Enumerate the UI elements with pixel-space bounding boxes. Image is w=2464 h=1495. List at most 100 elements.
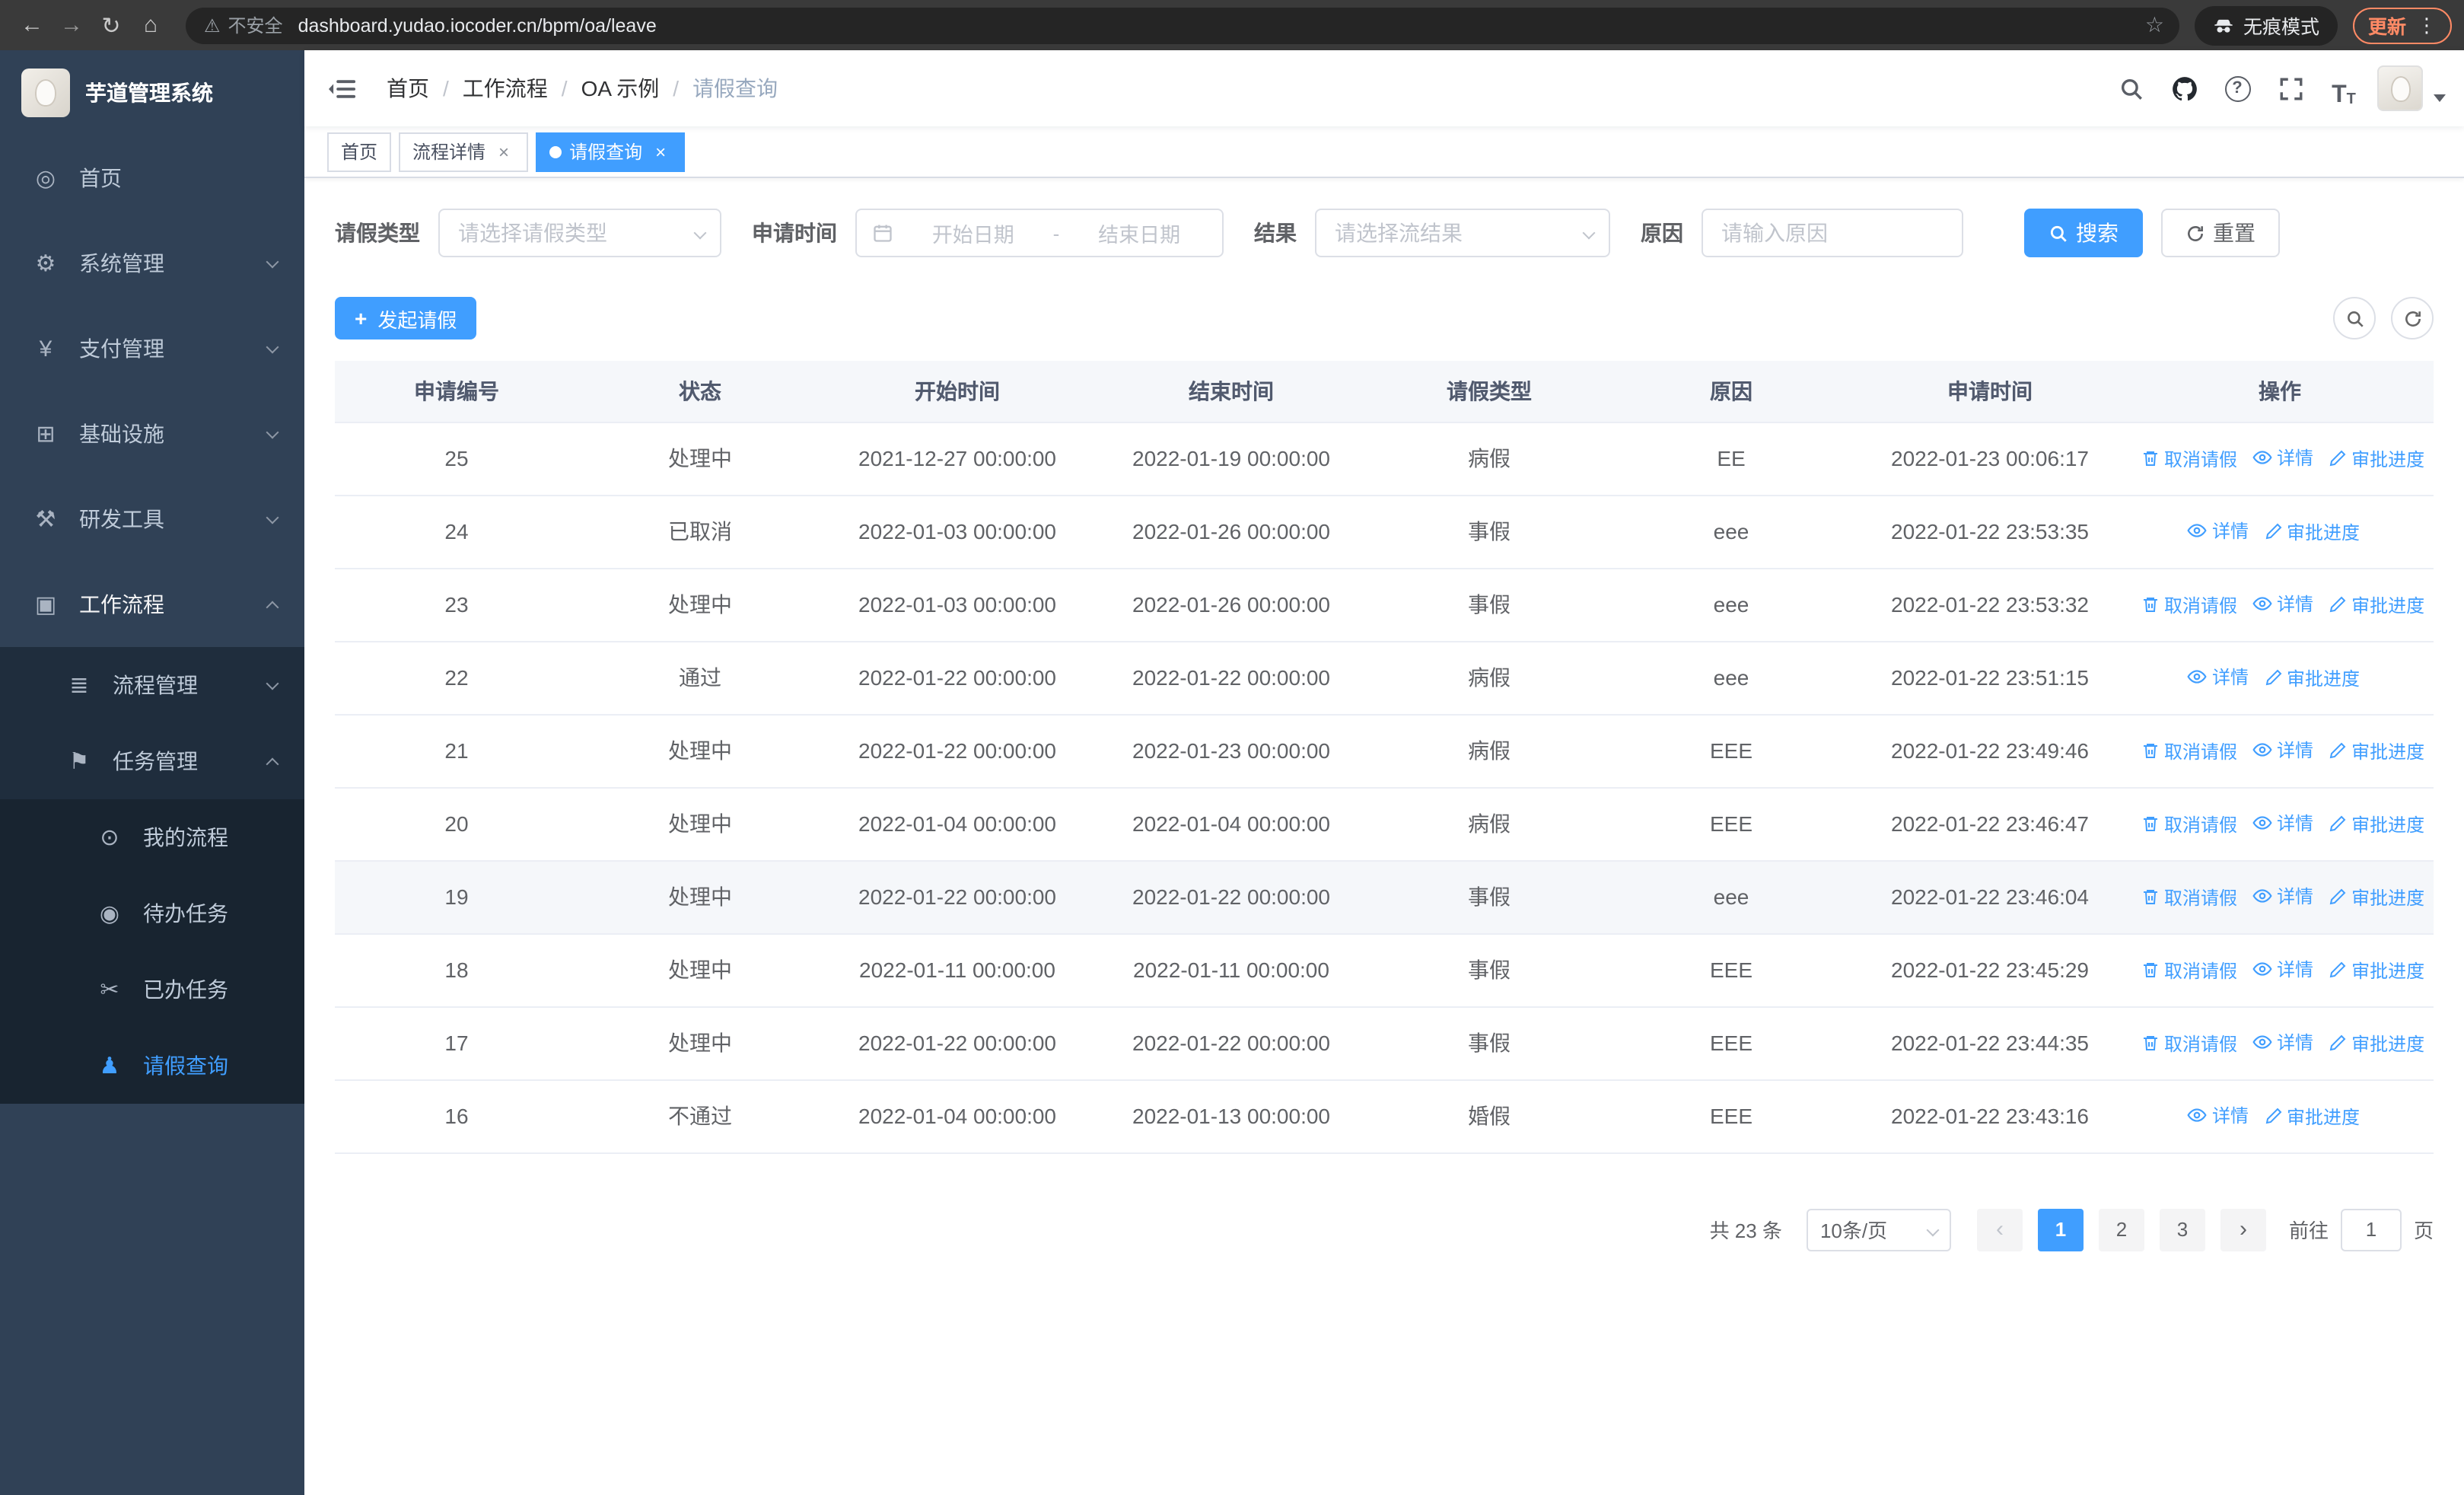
page-size-select[interactable]: 10条/页 [1806,1208,1951,1251]
cancel-leave-link[interactable]: 取消请假 [2141,1030,2237,1056]
app-logo[interactable]: 芋道管理系统 [0,50,304,135]
sidebar-item-done-tasks[interactable]: ✂ 已办任务 [0,952,304,1028]
reason-input[interactable]: 请输入原因 [1702,209,1963,257]
bookmark-star-icon[interactable]: ☆ [2145,12,2164,38]
cell-start: 2022-01-04 00:00:00 [822,787,1093,861]
cancel-leave-link[interactable]: 取消请假 [2141,445,2237,471]
cancel-leave-link[interactable]: 取消请假 [2141,884,2237,910]
cell-end: 2022-01-26 00:00:00 [1093,495,1370,569]
page-button-3[interactable]: 3 [2159,1208,2205,1251]
detail-link[interactable]: 详情 [2188,518,2249,543]
detail-link[interactable]: 详情 [2188,664,2249,690]
sidebar-item-devtools[interactable]: ⚒ 研发工具 [0,477,304,562]
next-page-button[interactable]: › [2220,1208,2266,1251]
tab-leave-query[interactable]: 请假查询 × [536,132,686,171]
apply-time-range-picker[interactable]: 开始日期 - 结束日期 [855,209,1224,257]
prev-page-button[interactable]: ‹ [1976,1208,2023,1251]
address-bar[interactable]: ⚠ 不安全 dashboard.yudao.iocoder.cn/bpm/oa/l… [186,7,2179,43]
cell-actions: 取消请假 详情 审批进度 [2126,422,2434,496]
cancel-leave-link[interactable]: 取消请假 [2141,811,2237,837]
font-size-icon[interactable]: TT [2324,69,2364,108]
cancel-leave-link[interactable]: 取消请假 [2141,591,2237,617]
toggle-search-icon[interactable] [2333,297,2376,339]
user-avatar[interactable] [2377,65,2423,111]
result-select[interactable]: 请选择流结果 [1315,209,1610,257]
sidebar-item-leave-query[interactable]: ♟ 请假查询 [0,1028,304,1104]
cell-status: 已取消 [578,495,822,569]
close-icon[interactable]: × [493,141,514,162]
create-leave-button[interactable]: + 发起请假 [335,297,477,339]
cell-reason: eee [1609,860,1854,934]
collapse-sidebar-icon[interactable] [329,73,362,104]
home-icon[interactable]: ⌂ [131,5,170,45]
approval-progress-link[interactable]: 审批进度 [2329,445,2424,471]
tab-home[interactable]: 首页 [327,132,392,171]
reload-icon[interactable]: ↻ [91,5,131,45]
approval-progress-link[interactable]: 审批进度 [2329,591,2424,617]
detail-link[interactable]: 详情 [2252,1029,2313,1055]
cell-actions: 详情 审批进度 [2126,495,2434,569]
sidebar-item-process-management[interactable]: ≣ 流程管理 [0,647,304,723]
tab-process-detail[interactable]: 流程详情 × [399,132,529,171]
detail-link[interactable]: 详情 [2252,883,2313,909]
cancel-leave-link[interactable]: 取消请假 [2141,957,2237,983]
header-search-icon[interactable] [2111,69,2150,108]
approval-progress-link[interactable]: 审批进度 [2329,811,2424,837]
cell-start: 2022-01-22 00:00:00 [822,860,1093,934]
leave-type-select[interactable]: 请选择请假类型 [438,209,721,257]
detail-link[interactable]: 详情 [2188,1102,2249,1128]
approval-progress-link[interactable]: 审批进度 [2329,957,2424,983]
sidebar-item-label: 工作流程 [79,592,164,617]
security-warning[interactable]: ⚠ 不安全 [204,12,283,38]
goto-page-input[interactable] [2340,1208,2402,1251]
browser-menu-icon[interactable]: ⋮ [2417,13,2437,37]
breadcrumb-item-workflow[interactable]: 工作流程 [463,73,548,104]
reset-button[interactable]: 重置 [2161,209,2280,257]
breadcrumb-item-leave-query: 请假查询 [692,76,778,100]
help-icon[interactable]: ? [2217,69,2257,108]
page-button-2[interactable]: 2 [2098,1208,2144,1251]
end-date-input[interactable]: 结束日期 [1071,218,1207,248]
detail-link[interactable]: 详情 [2252,810,2313,836]
forward-icon[interactable]: → [52,5,91,45]
detail-link[interactable]: 详情 [2252,445,2313,470]
url-text[interactable]: dashboard.yudao.iocoder.cn/bpm/oa/leave [298,14,2133,36]
approval-progress-link[interactable]: 审批进度 [2264,518,2360,544]
navbar-actions: ? TT [2111,65,2446,111]
sidebar-item-system[interactable]: ⚙ 系统管理 [0,221,304,306]
approval-progress-link[interactable]: 审批进度 [2264,665,2360,690]
tools-icon: ⚒ [35,507,56,533]
sidebar-item-task-management[interactable]: ⚑ 任务管理 [0,723,304,799]
back-icon[interactable]: ← [12,5,52,45]
github-icon[interactable] [2164,69,2204,108]
sidebar-item-label: 基础设施 [79,422,164,446]
search-button[interactable]: 搜索 [2024,209,2143,257]
warning-icon: ⚠ [204,14,221,36]
sidebar-item-my-processes[interactable]: ⊙ 我的流程 [0,799,304,875]
page-buttons: 123 [2030,1208,2213,1251]
avatar-caret-icon[interactable] [2434,94,2446,101]
detail-link[interactable]: 详情 [2252,737,2313,763]
close-icon[interactable]: × [650,141,671,162]
page-button-1[interactable]: 1 [2037,1208,2084,1251]
cell-end: 2022-01-22 00:00:00 [1093,1006,1370,1080]
cancel-leave-link[interactable]: 取消请假 [2141,738,2237,763]
approval-progress-link[interactable]: 审批进度 [2329,1030,2424,1056]
sidebar-item-todo-tasks[interactable]: ◉ 待办任务 [0,875,304,952]
detail-link[interactable]: 详情 [2252,956,2313,982]
approval-progress-link[interactable]: 审批进度 [2329,738,2424,763]
sidebar-item-label: 已办任务 [143,977,228,1002]
detail-link[interactable]: 详情 [2252,591,2313,617]
breadcrumb-item-oa-example[interactable]: OA 示例 [581,73,660,104]
approval-progress-link[interactable]: 审批进度 [2329,884,2424,910]
breadcrumb-item-home[interactable]: 首页 [387,73,429,104]
refresh-table-icon[interactable] [2391,297,2434,339]
approval-progress-link[interactable]: 审批进度 [2264,1103,2360,1129]
browser-update-button[interactable]: 更新 ⋮ [2352,7,2452,43]
sidebar-item-infrastructure[interactable]: ⊞ 基础设施 [0,391,304,477]
fullscreen-icon[interactable] [2271,69,2310,108]
start-date-input[interactable]: 开始日期 [906,218,1041,248]
sidebar-item-payment[interactable]: ¥ 支付管理 [0,306,304,391]
sidebar-item-workflow[interactable]: ▣ 工作流程 [0,562,304,647]
sidebar-item-home[interactable]: ◎ 首页 [0,135,304,221]
